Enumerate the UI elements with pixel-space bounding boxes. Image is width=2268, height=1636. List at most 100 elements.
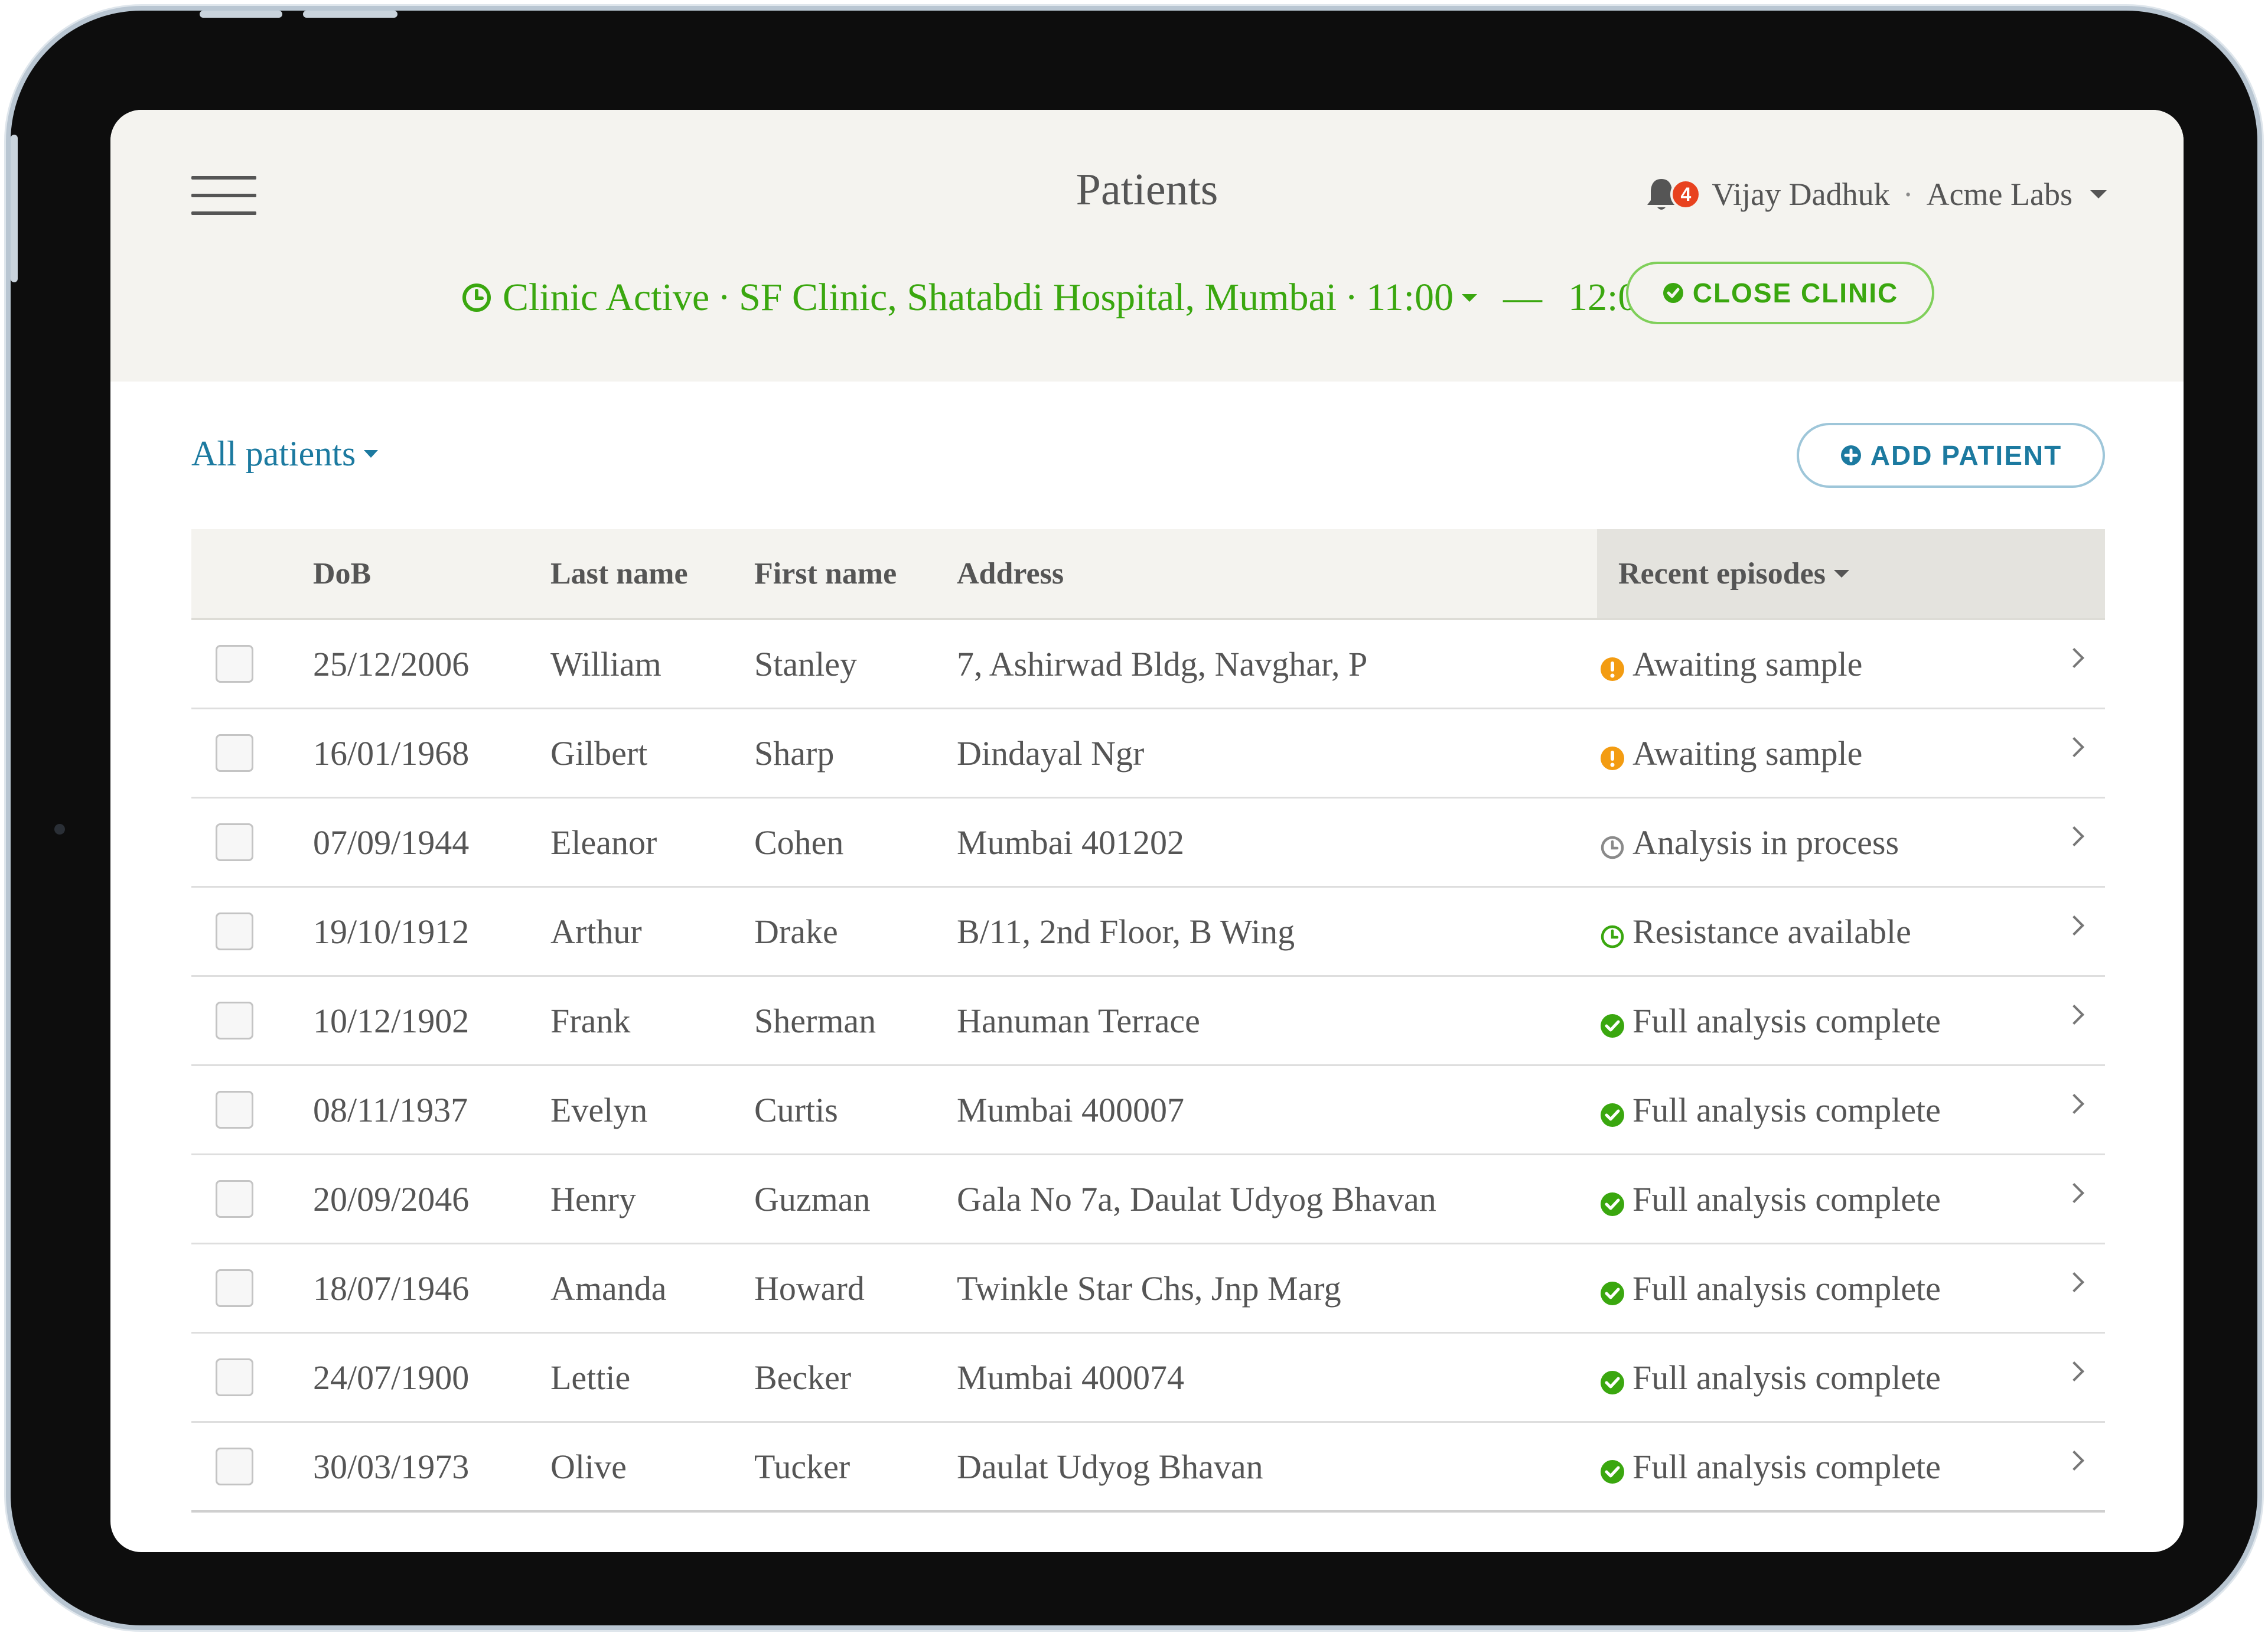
- table-row[interactable]: 24/07/1900 Lettie Becker Mumbai 400074 Full …: [191, 1334, 2105, 1423]
- table-row[interactable]: 07/09/1944 Eleanor Cohen Mumbai 401202 Analy…: [191, 799, 2105, 888]
- cell-first-name: Howard: [754, 1269, 865, 1308]
- close-clinic-button[interactable]: CLOSE CLINIC: [1626, 262, 1934, 324]
- cell-address: Daulat Udyog Bhavan: [957, 1447, 1263, 1486]
- column-header-address[interactable]: Address: [957, 529, 1064, 618]
- column-header-recent-episodes-label: Recent episodes: [1618, 556, 1826, 591]
- table-row[interactable]: 19/10/1912 Arthur Drake B/11, 2nd Floor, B …: [191, 888, 2105, 977]
- cell-address: Mumbai 400007: [957, 1090, 1185, 1129]
- cell-address: B/11, 2nd Floor, B Wing: [957, 912, 1295, 951]
- cell-recent-episode: Resistance available: [1599, 888, 1911, 975]
- patient-filter-label: All patients: [191, 434, 356, 473]
- chevron-right-icon[interactable]: [2064, 737, 2084, 757]
- row-checkbox[interactable]: [216, 1002, 253, 1039]
- cell-first-name: Guzman: [754, 1179, 871, 1218]
- chevron-right-icon[interactable]: [2064, 1451, 2084, 1471]
- row-checkbox[interactable]: [216, 1448, 253, 1485]
- check-circle-icon: [1599, 1008, 1625, 1038]
- cell-recent-episode: Full analysis complete: [1599, 1066, 1941, 1153]
- cell-dob: 20/09/2046: [313, 1179, 470, 1218]
- cell-last-name: Gilbert: [550, 734, 648, 773]
- episode-status: Full analysis complete: [1632, 1269, 1941, 1308]
- row-checkbox[interactable]: [216, 912, 253, 950]
- table-body: 25/12/2006 William Stanley 7, Ashirwad Bldg…: [191, 620, 2105, 1513]
- cell-last-name: Frank: [550, 1001, 631, 1040]
- org-name[interactable]: Acme Labs: [1927, 176, 2073, 213]
- cell-dob: 10/12/1902: [313, 1001, 470, 1040]
- notification-badge: 4: [1670, 179, 1702, 210]
- chevron-right-icon[interactable]: [2064, 915, 2084, 936]
- clinic-location: SF Clinic, Shatabdi Hospital, Mumbai: [739, 276, 1337, 319]
- chevron-right-icon[interactable]: [2064, 1005, 2084, 1025]
- user-name[interactable]: Vijay Dadhuk: [1712, 176, 1889, 213]
- cell-dob: 30/03/1973: [313, 1447, 470, 1486]
- check-circle-icon: [1599, 1364, 1625, 1394]
- user-menu[interactable]: 4 Vijay Dadhuk · Acme Labs: [1645, 174, 2107, 215]
- add-patient-button[interactable]: ADD PATIENT: [1797, 423, 2105, 488]
- clock-icon: [462, 283, 491, 312]
- chevron-down-icon: [1461, 294, 1477, 302]
- column-header-dob[interactable]: DoB: [313, 529, 371, 618]
- row-checkbox[interactable]: [216, 645, 253, 683]
- chevron-right-icon[interactable]: [2064, 1094, 2084, 1114]
- start-time-select[interactable]: 11:00: [1366, 275, 1477, 320]
- column-header-last-name[interactable]: Last name: [550, 529, 688, 618]
- cell-address: Hanuman Terrace: [957, 1001, 1200, 1040]
- front-camera: [54, 824, 65, 835]
- table-row[interactable]: 08/11/1937 Evelyn Curtis Mumbai 400007 Full …: [191, 1066, 2105, 1155]
- chevron-right-icon[interactable]: [2064, 1272, 2084, 1292]
- table-row[interactable]: 20/09/2046 Henry Guzman Gala No 7a, Daulat …: [191, 1155, 2105, 1244]
- chevron-right-icon[interactable]: [2064, 1361, 2084, 1381]
- chevron-right-icon[interactable]: [2064, 826, 2084, 846]
- table-header: DoB Last name First name Address Recent …: [191, 529, 2105, 620]
- patient-filter-dropdown[interactable]: All patients: [191, 434, 379, 474]
- tablet-frame: Patients 4 Vijay Dadhuk · Acme Labs Clin…: [6, 6, 2262, 1630]
- table-row[interactable]: 25/12/2006 William Stanley 7, Ashirwad Bldg…: [191, 620, 2105, 709]
- cell-first-name: Stanley: [754, 644, 857, 683]
- row-checkbox[interactable]: [216, 1091, 253, 1129]
- row-checkbox[interactable]: [216, 823, 253, 861]
- cell-recent-episode: Awaiting sample: [1599, 709, 1862, 797]
- row-checkbox[interactable]: [216, 1358, 253, 1396]
- cell-dob: 08/11/1937: [313, 1090, 468, 1129]
- bell-icon[interactable]: 4: [1645, 177, 1702, 212]
- start-time: 11:00: [1366, 276, 1454, 319]
- cell-recent-episode: Full analysis complete: [1599, 977, 1941, 1064]
- row-checkbox[interactable]: [216, 734, 253, 772]
- cell-recent-episode: Full analysis complete: [1599, 1423, 1941, 1510]
- column-header-first-name[interactable]: First name: [754, 529, 897, 618]
- alert-circle-icon: [1599, 651, 1625, 681]
- check-circle-icon: [1599, 1186, 1625, 1216]
- cell-address: Dindayal Ngr: [957, 734, 1145, 773]
- cell-dob: 25/12/2006: [313, 644, 470, 683]
- cell-recent-episode: Full analysis complete: [1599, 1334, 1941, 1421]
- table-row[interactable]: 30/03/1973 Olive Tucker Daulat Udyog Bhavan…: [191, 1423, 2105, 1513]
- cell-recent-episode: Analysis in process: [1599, 799, 1899, 886]
- check-circle-icon: [1599, 1275, 1625, 1305]
- top-button-left: [200, 11, 282, 18]
- table-row[interactable]: 16/01/1968 Gilbert Sharp Dindayal Ngr Awaiti…: [191, 709, 2105, 799]
- check-circle-icon: [1599, 1454, 1625, 1484]
- row-checkbox[interactable]: [216, 1269, 253, 1307]
- app-screen: Patients 4 Vijay Dadhuk · Acme Labs Clin…: [110, 110, 2184, 1552]
- row-checkbox[interactable]: [216, 1180, 253, 1218]
- cell-address: 7, Ashirwad Bldg, Navghar, P: [957, 644, 1368, 683]
- chevron-down-icon[interactable]: [2090, 190, 2107, 198]
- cell-first-name: Curtis: [754, 1090, 838, 1129]
- user-separator: ·: [1902, 177, 1914, 212]
- close-clinic-label: CLOSE CLINIC: [1692, 278, 1899, 308]
- table-row[interactable]: 10/12/1902 Frank Sherman Hanuman Terrace Ful…: [191, 977, 2105, 1066]
- column-header-recent-episodes[interactable]: Recent episodes: [1597, 529, 2105, 618]
- chevron-right-icon[interactable]: [2064, 1183, 2084, 1203]
- patients-table: DoB Last name First name Address Recent …: [191, 529, 2105, 1513]
- cell-dob: 18/07/1946: [313, 1269, 470, 1308]
- cell-dob: 24/07/1900: [313, 1358, 470, 1397]
- cell-last-name: Eleanor: [550, 823, 657, 862]
- chevron-right-icon[interactable]: [2064, 648, 2084, 668]
- clinic-status-bar: Clinic Active · SF Clinic, Shatabdi Hosp…: [461, 268, 1681, 327]
- episode-status: Awaiting sample: [1632, 734, 1863, 773]
- cell-first-name: Tucker: [754, 1447, 850, 1486]
- episode-status: Resistance available: [1632, 912, 1911, 951]
- cell-recent-episode: Full analysis complete: [1599, 1155, 1941, 1243]
- clock-icon: [1599, 918, 1625, 949]
- table-row[interactable]: 18/07/1946 Amanda Howard Twinkle Star Chs, …: [191, 1244, 2105, 1334]
